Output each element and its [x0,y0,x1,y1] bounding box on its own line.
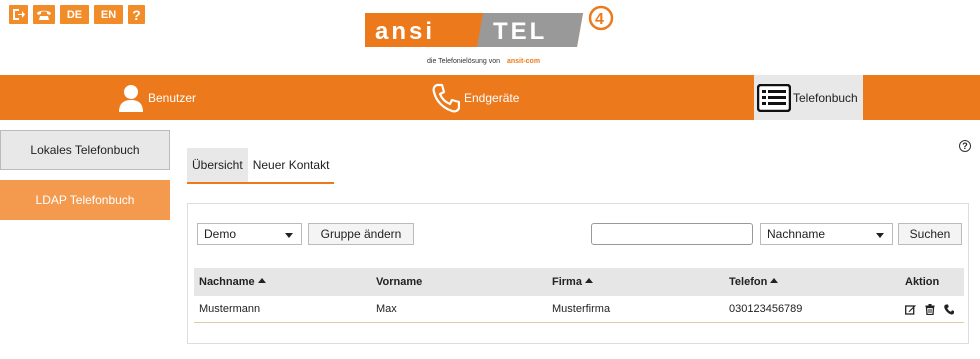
phonebook-list-icon [757,83,791,112]
language-de-button[interactable]: DE [60,5,89,24]
content-tabs: Übersicht Neuer Kontakt [187,148,335,184]
column-header-firma[interactable]: Firma [552,268,593,296]
logo-version: 4 [595,11,604,28]
help-label: ? [132,6,141,23]
column-header-firma-label: Firma [552,276,582,288]
language-en-label: EN [100,8,117,21]
cell-telefon: 030123456789 [729,303,803,315]
table-header: Nachname Vorname Firma Telefon Aktion [194,268,964,296]
search-input[interactable] [591,223,753,245]
delete-icon[interactable] [925,303,935,315]
language-de-label: DE [66,8,83,21]
column-header-nachname-label: Nachname [199,276,255,288]
tab-uebersicht-label: Übersicht [192,158,243,172]
tab-neuer-kontakt-label: Neuer Kontakt [252,158,330,172]
search-field-select[interactable]: Nachname [760,223,893,245]
tab-uebersicht[interactable]: Übersicht [187,148,248,182]
column-header-vorname-label: Vorname [376,276,423,288]
table-row: Mustermann Max Musterfirma 030123456789 [194,296,964,323]
search-button-label: Suchen [909,227,951,241]
search-button[interactable]: Suchen [898,223,962,245]
phone-handset-icon[interactable] [33,5,55,24]
column-header-aktion-label: Aktion [905,276,940,288]
sidebar-item-lokales-telefonbuch[interactable]: Lokales Telefonbuch [0,130,170,170]
phone-icon [432,83,460,112]
sidebar-item-ldap-telefonbuch[interactable]: LDAP Telefonbuch [0,180,170,220]
logout-icon[interactable] [9,5,28,24]
chevron-down-icon [285,233,293,238]
logo-tagline-brand: ansit-com [507,58,540,65]
column-header-telefon-label: Telefon [729,276,768,288]
help-icon-glyph: ? [962,141,968,151]
column-header-vorname: Vorname [376,268,422,296]
logo-brand-right: TEL [493,18,547,45]
edit-icon[interactable] [905,304,916,315]
sidebar-item-ldap-label: LDAP Telefonbuch [35,193,135,207]
user-icon [119,84,143,112]
cell-firma: Musterfirma [552,303,611,315]
sort-ascending-icon [770,278,779,283]
nav-item-endgeraete[interactable]: Endgeräte [432,75,519,120]
sidebar-item-lokales-label: Lokales Telefonbuch [30,143,140,157]
logo-tagline: die Telefonielösung von [427,58,500,65]
column-header-telefon[interactable]: Telefon [729,268,779,296]
sort-ascending-icon [584,278,593,283]
cell-nachname: Mustermann [199,303,261,315]
column-header-aktion: Aktion [905,268,939,296]
ansitel-logo: ansi TEL 4 die Telefonielösung von ansit… [365,5,625,70]
main-navigation: Benutzer Endgeräte Telefonbuch [0,75,980,120]
language-en-button[interactable]: EN [94,5,123,24]
call-icon[interactable] [944,304,954,315]
nav-item-telefonbuch[interactable]: Telefonbuch [754,75,863,120]
cell-vorname: Max [376,303,397,315]
tab-neuer-kontakt[interactable]: Neuer Kontakt [248,148,335,182]
group-select-value: Demo [204,227,237,241]
nav-item-telefonbuch-label: Telefonbuch [793,90,858,105]
nav-item-benutzer-label: Benutzer [148,90,197,105]
nav-item-benutzer[interactable]: Benutzer [118,75,196,120]
top-icon-group: DE EN ? [9,5,145,24]
search-field-select-value: Nachname [767,227,826,241]
column-header-nachname[interactable]: Nachname [199,268,266,296]
top-bar: DE EN ? ansi TEL 4 die Telefonielösung v… [0,0,980,75]
help-button[interactable]: ? [128,5,145,24]
help-icon[interactable]: ? [959,140,971,152]
phonebook-panel: Demo Gruppe ändern Nachname Suchen Nachn… [187,203,969,344]
sidebar: Lokales Telefonbuch LDAP Telefonbuch [0,130,170,230]
nav-item-endgeraete-label: Endgeräte [464,90,520,105]
change-group-label: Gruppe ändern [320,227,402,241]
sort-ascending-icon [257,278,266,283]
logo-brand-left: ansi [375,18,435,45]
row-actions [905,296,954,322]
change-group-button[interactable]: Gruppe ändern [308,223,414,245]
chevron-down-icon [876,233,884,238]
group-select[interactable]: Demo [197,223,302,245]
